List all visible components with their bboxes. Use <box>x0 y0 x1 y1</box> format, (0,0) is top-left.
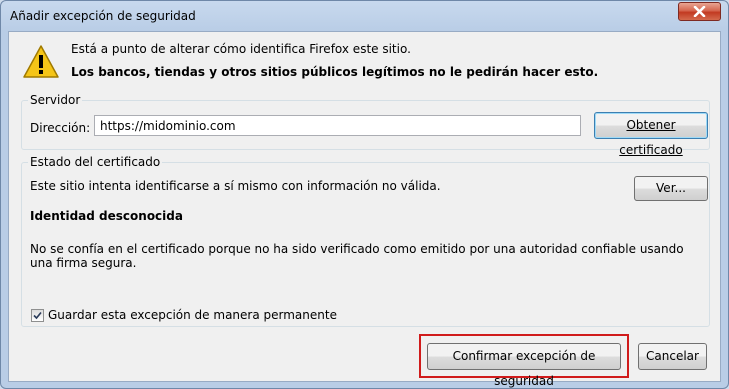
window-title: Añadir excepción de seguridad <box>10 9 196 23</box>
get-certificate-button[interactable]: Obtener certificado <box>594 112 708 157</box>
identity-title: Identidad desconocida <box>30 209 183 223</box>
warning-detail: Los bancos, tiendas y otros sitios públi… <box>71 65 599 79</box>
server-legend: Servidor <box>28 93 83 107</box>
certificate-status-group: Estado del certificado Este sitio intent… <box>21 155 710 327</box>
address-label: Dirección: <box>30 121 91 135</box>
identity-reason: No se confía en el certificado porque no… <box>30 242 684 270</box>
server-group: Servidor Dirección: Obtener certificado <box>21 93 710 157</box>
certificate-status-legend: Estado del certificado <box>28 155 163 169</box>
address-input[interactable] <box>94 115 581 136</box>
dialog-body: Está a punto de alterar cómo identifica … <box>8 31 721 388</box>
permanent-checkbox[interactable] <box>31 309 44 322</box>
view-certificate-label: Ver... <box>656 181 686 195</box>
warning-message: Está a punto de alterar cómo identifica … <box>71 42 411 56</box>
confirm-exception-button[interactable]: Confirmar excepción de seguridad <box>427 343 621 388</box>
close-button[interactable] <box>678 2 721 21</box>
warning-icon <box>23 45 59 78</box>
get-certificate-label: Obtener certificado <box>619 118 683 157</box>
close-icon <box>693 6 706 17</box>
cancel-label: Cancelar <box>646 349 699 363</box>
cancel-button[interactable]: Cancelar <box>638 343 707 370</box>
dialog-window: Añadir excepción de seguridad Está a pun… <box>0 0 729 389</box>
view-certificate-button[interactable]: Ver... <box>634 176 708 201</box>
permanent-checkbox-label: Guardar esta excepción de manera permane… <box>48 308 337 322</box>
certificate-status-text: Este sitio intenta identificarse a sí mi… <box>30 179 441 193</box>
title-bar[interactable]: Añadir excepción de seguridad <box>1 1 728 31</box>
check-icon <box>33 311 42 320</box>
confirm-exception-label: Confirmar excepción de seguridad <box>452 349 596 388</box>
